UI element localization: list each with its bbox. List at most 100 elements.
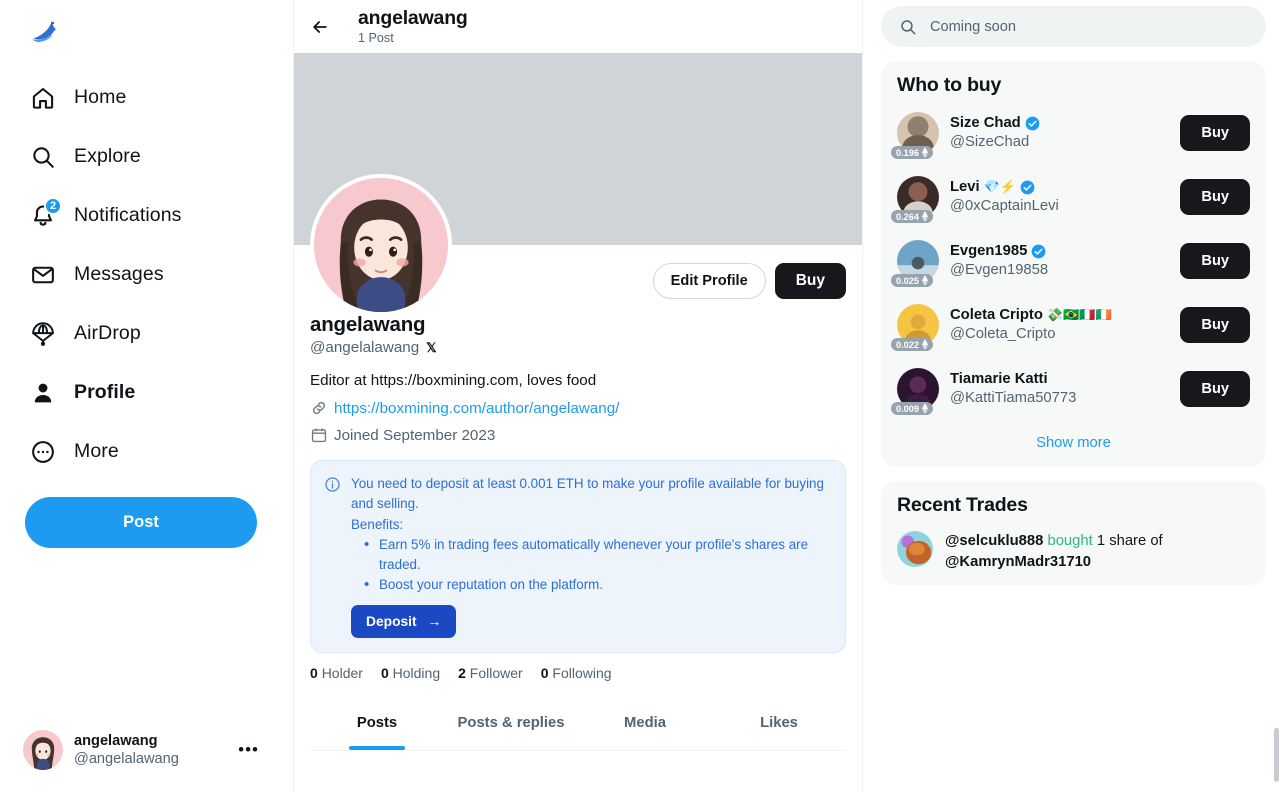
scrollbar[interactable] <box>1274 728 1279 782</box>
price-value: 0.196 <box>896 147 919 158</box>
buy-button[interactable]: Buy <box>1180 371 1250 407</box>
trade-verb: bought <box>1047 533 1093 549</box>
post-button[interactable]: Post <box>25 497 257 548</box>
price-value: 0.009 <box>896 403 919 414</box>
buy-list-item[interactable]: 0.196 Size Chad @SizeChad Buy <box>881 101 1266 165</box>
sidebar-item-explore[interactable]: Explore <box>18 127 275 186</box>
profile-handle: @angelalawang <box>310 339 420 356</box>
buy-button[interactable]: Buy <box>1180 307 1250 343</box>
verified-icon <box>1025 116 1040 131</box>
stat-label: Follower <box>469 664 523 681</box>
avatar-image <box>314 178 448 312</box>
edit-profile-button[interactable]: Edit Profile <box>652 262 766 299</box>
stat-holding[interactable]: 0 Holding <box>381 665 440 681</box>
stat-value: 0 <box>380 664 389 681</box>
verified-icon <box>1031 244 1046 259</box>
eth-icon <box>921 275 929 286</box>
buy-profile-button[interactable]: Buy <box>774 262 846 299</box>
stat-holder[interactable]: 0 Holder <box>310 665 363 681</box>
person-handle: @SizeChad <box>950 134 1030 150</box>
sidebar-item-label: Profile <box>74 381 136 403</box>
who-to-buy-card: Who to buy 0.196 Size Chad @SizeChad Buy… <box>881 61 1266 467</box>
website-link[interactable]: https://boxmining.com/author/angelawang/ <box>334 400 619 417</box>
buy-list-item[interactable]: 0.009 Tiamarie Katti @KattiTiama50773 Bu… <box>881 357 1266 421</box>
sidebar-item-messages[interactable]: Messages <box>18 245 275 304</box>
buy-list-item[interactable]: 0.022 Coleta Cripto 💸🇧🇷🇮🇹🇮🇪 @Coleta_Crip… <box>881 293 1266 357</box>
link-icon <box>312 402 326 415</box>
price-badge: 0.196 <box>891 146 933 159</box>
more-circle-icon <box>32 440 54 463</box>
trade-list-item[interactable]: @selcuklu888 bought 1 share of @KamrynMa… <box>881 521 1266 585</box>
sidebar-item-airdrop[interactable]: AirDrop <box>18 304 275 363</box>
deposit-button[interactable]: Deposit → <box>351 604 457 638</box>
name-emojis: 💎⚡ <box>983 179 1016 195</box>
sidebar-item-label: Notifications <box>74 204 182 226</box>
parachute-icon <box>32 321 54 346</box>
buy-button[interactable]: Buy <box>1180 243 1250 279</box>
left-sidebar: Home Explore 2 Notifications Messages Ai… <box>0 0 294 792</box>
person-handle: @0xCaptainLevi <box>950 198 1059 214</box>
stat-value: 2 <box>458 664 466 681</box>
logo-button[interactable] <box>18 0 275 62</box>
x-platform-icon: 𝕏 <box>426 340 437 356</box>
stat-value: 0 <box>540 664 549 681</box>
profile-avatar[interactable] <box>310 174 452 316</box>
buy-meta: Coleta Cripto 💸🇧🇷🇮🇹🇮🇪 @Coleta_Cripto <box>950 306 1169 343</box>
eth-icon <box>921 147 929 158</box>
tab-likes[interactable]: Likes <box>712 697 846 750</box>
person-name: Coleta Cripto <box>950 307 1043 324</box>
buy-list-item[interactable]: 0.264 Levi 💎⚡ @0xCaptainLevi Buy <box>881 165 1266 229</box>
notice-benefit: Boost your reputation on the platform. <box>351 574 831 597</box>
tab-posts-replies[interactable]: Posts & replies <box>444 697 578 750</box>
avatar-wrap: 0.025 <box>891 240 939 287</box>
buy-button[interactable]: Buy <box>1180 179 1250 215</box>
notice-benefits: Earn 5% in trading fees automatically wh… <box>351 534 831 597</box>
ellipsis-icon[interactable]: ••• <box>238 740 259 760</box>
eth-icon <box>921 403 929 414</box>
sidebar-item-label: Explore <box>74 145 141 167</box>
deposit-notice: You need to deposit at least 0.001 ETH t… <box>310 460 846 653</box>
avatar-wrap: 0.196 <box>891 112 939 159</box>
bird-logo-icon <box>32 20 57 43</box>
back-arrow-icon[interactable] <box>310 17 330 37</box>
search-icon <box>33 146 54 168</box>
search-box[interactable] <box>881 6 1266 47</box>
stat-following[interactable]: 0 Following <box>541 665 612 681</box>
page-title: angelawang <box>358 7 468 30</box>
stat-value: 0 <box>310 664 318 681</box>
person-name: Size Chad <box>950 115 1021 132</box>
person-name: Tiamarie Katti <box>950 371 1048 388</box>
show-more-link[interactable]: Show more <box>881 421 1266 467</box>
buy-meta: Size Chad @SizeChad <box>950 114 1169 151</box>
account-switcher[interactable]: angelawang @angelalawang ••• <box>12 718 270 782</box>
sidebar-item-notifications[interactable]: 2 Notifications <box>18 186 275 245</box>
sidebar-item-profile[interactable]: Profile <box>18 363 275 422</box>
profile-details: Edit Profile Buy angelawang @angelalawan… <box>294 174 862 751</box>
buy-name-row: Size Chad <box>950 114 1169 133</box>
sidebar-item-label: Home <box>74 86 127 108</box>
sidebar-nav: Home Explore 2 Notifications Messages Ai… <box>18 68 275 481</box>
verified-icon <box>1020 180 1035 195</box>
envelope-icon <box>32 266 54 283</box>
app-root: Home Explore 2 Notifications Messages Ai… <box>0 0 1280 792</box>
tab-media[interactable]: Media <box>578 697 712 750</box>
home-icon <box>32 87 54 109</box>
search-icon <box>901 19 916 34</box>
buy-button[interactable]: Buy <box>1180 115 1250 151</box>
sidebar-item-more[interactable]: More <box>18 422 275 481</box>
recent-trades-card: Recent Trades @selcuklu888 bought 1 shar… <box>881 481 1266 585</box>
price-value: 0.022 <box>896 339 919 350</box>
buy-meta: Tiamarie Katti @KattiTiama50773 <box>950 370 1169 407</box>
tab-posts[interactable]: Posts <box>310 697 444 750</box>
profile-tabs: Posts Posts & replies Media Likes <box>310 697 846 751</box>
stat-follower[interactable]: 2 Follower <box>458 665 523 681</box>
price-badge: 0.022 <box>891 338 933 351</box>
buy-list-item[interactable]: 0.025 Evgen1985 @Evgen19858 Buy <box>881 229 1266 293</box>
search-input[interactable] <box>930 18 1248 35</box>
sidebar-item-label: Messages <box>74 263 164 285</box>
sidebar-item-home[interactable]: Home <box>18 68 275 127</box>
sidebar-item-label: More <box>74 440 119 462</box>
buy-name-row: Coleta Cripto 💸🇧🇷🇮🇹🇮🇪 <box>950 306 1169 325</box>
profile-bio: Editor at https://boxmining.com, loves f… <box>310 371 597 389</box>
stat-label: Holder <box>321 664 363 681</box>
